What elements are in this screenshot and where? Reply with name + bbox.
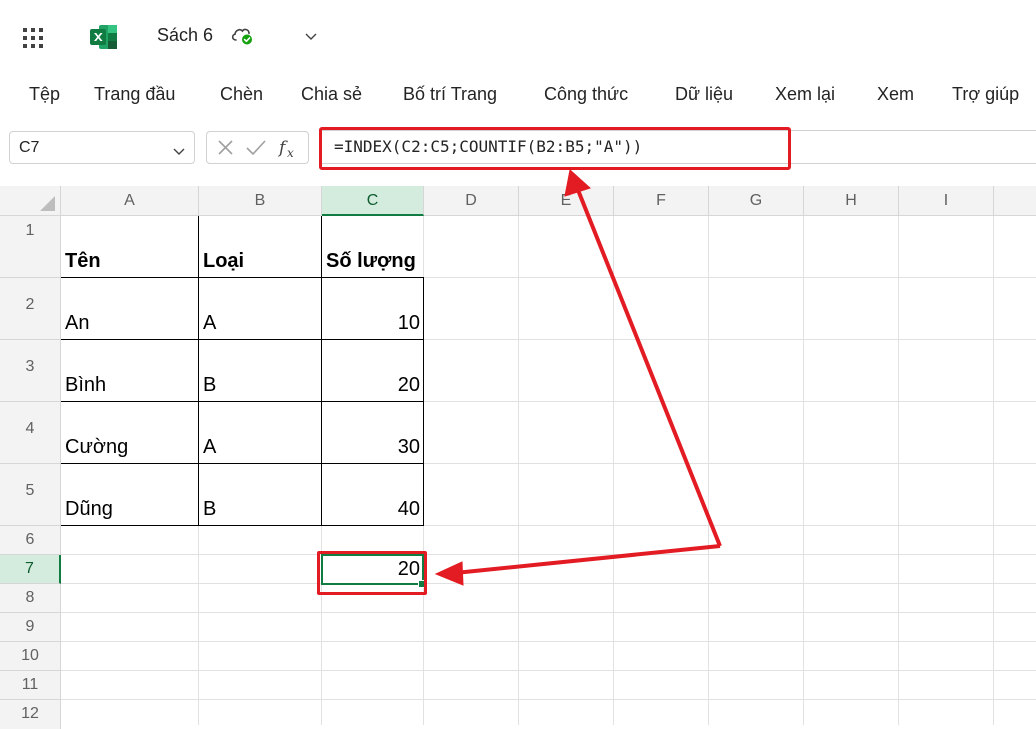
row-header-6[interactable]: 6 xyxy=(0,526,61,555)
gridline xyxy=(61,670,1036,671)
name-box[interactable]: C7 xyxy=(9,131,195,164)
table-border xyxy=(61,525,424,526)
tab-home[interactable]: Trang đầu xyxy=(94,84,175,105)
formula-actions: f x xyxy=(206,131,309,164)
excel-logo-icon[interactable] xyxy=(90,24,118,50)
tab-view[interactable]: Xem xyxy=(877,84,914,105)
row-header-2[interactable]: 2 xyxy=(0,278,61,340)
gridline xyxy=(61,583,1036,584)
column-header-e[interactable]: E xyxy=(519,186,614,216)
chevron-down-icon[interactable] xyxy=(303,30,319,42)
column-header-b[interactable]: B xyxy=(199,186,322,216)
gridline xyxy=(708,216,709,725)
cell-a5[interactable]: Dũng xyxy=(61,464,198,525)
select-all-corner[interactable] xyxy=(0,186,61,216)
cell-a2[interactable]: An xyxy=(61,278,198,339)
tab-file[interactable]: Tệp xyxy=(29,84,60,105)
column-header-c[interactable]: C xyxy=(322,186,424,216)
row-header-5[interactable]: 5 xyxy=(0,464,61,526)
column-header-d[interactable]: D xyxy=(424,186,519,216)
chevron-down-icon[interactable] xyxy=(172,144,186,155)
gridline xyxy=(61,554,1036,555)
gridline xyxy=(613,216,614,725)
tab-help[interactable]: Trợ giúp xyxy=(952,84,1019,105)
gridline xyxy=(61,612,1036,613)
worksheet-grid[interactable]: A B C D E F G H I 1 2 3 4 5 6 7 8 9 10 1… xyxy=(0,186,1036,729)
cell-c1[interactable]: Số lượng xyxy=(322,216,423,277)
cell-a4[interactable]: Cường xyxy=(61,402,198,463)
cell-a3[interactable]: Bình xyxy=(61,340,198,401)
row-header-10[interactable]: 10 xyxy=(0,642,61,671)
insert-function-icon[interactable]: f x xyxy=(273,132,305,163)
column-header-h[interactable]: H xyxy=(804,186,899,216)
cell-b2[interactable]: A xyxy=(199,278,321,339)
title-bar: Sách 6 xyxy=(0,0,1036,72)
ribbon-tabs: Tệp Trang đầu Chèn Chia sẻ Bố trí Trang … xyxy=(0,84,1036,110)
gridline xyxy=(993,216,994,725)
cancel-icon[interactable] xyxy=(211,132,241,163)
gridline xyxy=(898,216,899,725)
document-title[interactable]: Sách 6 xyxy=(157,25,213,46)
cell-b3[interactable]: B xyxy=(199,340,321,401)
cell-b5[interactable]: B xyxy=(199,464,321,525)
tab-formulas[interactable]: Công thức xyxy=(544,84,628,105)
column-header-a[interactable]: A xyxy=(61,186,199,216)
row-header-1[interactable]: 1 xyxy=(0,216,61,278)
cell-c4[interactable]: 30 xyxy=(322,402,423,463)
tab-review[interactable]: Xem lại xyxy=(775,84,835,105)
tab-data[interactable]: Dữ liệu xyxy=(675,84,733,105)
row-header-7[interactable]: 7 xyxy=(0,555,61,584)
cell-b1[interactable]: Loại xyxy=(199,216,321,277)
gridline xyxy=(61,641,1036,642)
formula-text: =INDEX(C2:C5;COUNTIF(B2:B5;"A")) xyxy=(334,137,643,156)
cloud-saved-icon[interactable] xyxy=(230,25,256,47)
row-header-9[interactable]: 9 xyxy=(0,613,61,642)
column-header-next[interactable] xyxy=(994,186,1036,216)
row-header-11[interactable]: 11 xyxy=(0,671,61,700)
cell-c2[interactable]: 10 xyxy=(322,278,423,339)
cell-c3[interactable]: 20 xyxy=(322,340,423,401)
column-header-g[interactable]: G xyxy=(709,186,804,216)
app-launcher-icon[interactable] xyxy=(22,27,44,49)
row-header-3[interactable]: 3 xyxy=(0,340,61,402)
svg-text:x: x xyxy=(287,146,294,160)
tab-page-layout[interactable]: Bố trí Trang xyxy=(403,84,497,105)
cell-a1[interactable]: Tên xyxy=(61,216,198,277)
gridline xyxy=(518,216,519,725)
gridline xyxy=(803,216,804,725)
column-header-i[interactable]: I xyxy=(899,186,994,216)
formula-input[interactable]: =INDEX(C2:C5;COUNTIF(B2:B5;"A")) xyxy=(321,130,1036,164)
cell-b4[interactable]: A xyxy=(199,402,321,463)
tab-share[interactable]: Chia sẻ xyxy=(301,84,362,105)
fill-handle[interactable] xyxy=(418,580,426,588)
tab-insert[interactable]: Chèn xyxy=(220,84,263,105)
row-header-8[interactable]: 8 xyxy=(0,584,61,613)
gridline xyxy=(61,699,1036,700)
active-cell-border xyxy=(321,554,424,585)
column-header-f[interactable]: F xyxy=(614,186,709,216)
name-box-value: C7 xyxy=(19,139,40,156)
row-header-4[interactable]: 4 xyxy=(0,402,61,464)
cell-c5[interactable]: 40 xyxy=(322,464,423,525)
check-icon[interactable] xyxy=(241,132,271,163)
